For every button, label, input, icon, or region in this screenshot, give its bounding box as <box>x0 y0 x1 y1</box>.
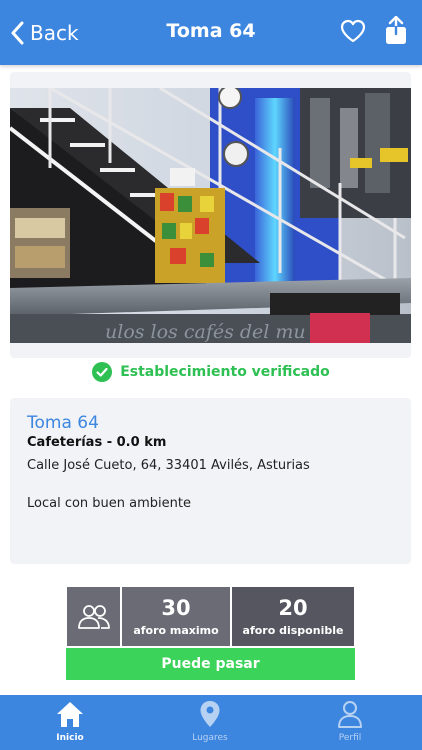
heart-outline-icon <box>340 19 366 43</box>
home-icon <box>57 702 83 727</box>
place-name: Toma 64 <box>27 413 99 433</box>
favorite-button[interactable] <box>340 19 366 47</box>
max-capacity: 30 aforo maximo <box>122 587 230 646</box>
place-photo: ulos los cafés del mu <box>10 88 411 343</box>
capacity-icon-box <box>67 587 120 646</box>
tab-perfil-label: Perfil <box>338 733 362 743</box>
available-capacity-label: aforo disponible <box>242 624 344 637</box>
tab-inicio-label: Inicio <box>56 733 84 743</box>
people-icon <box>77 604 110 629</box>
category-distance: Cafeterías - 0.0 km <box>27 435 167 450</box>
available-capacity-value: 20 <box>278 596 308 620</box>
address: Calle José Cueto, 64, 33401 Avilés, Astu… <box>27 458 310 473</box>
verified-label: Establecimiento verificado <box>120 364 330 380</box>
cafe-interior-image: ulos los cafés del mu <box>10 88 411 343</box>
photo-card: ulos los cafés del mu <box>10 72 411 358</box>
tab-lugares[interactable]: Lugares <box>150 695 270 750</box>
can-enter-button[interactable]: Puede pasar <box>66 648 355 680</box>
available-capacity: 20 aforo disponible <box>232 587 354 646</box>
location-pin-icon <box>200 701 220 727</box>
verified-status: Establecimiento verificado <box>0 360 422 384</box>
max-capacity-label: aforo maximo <box>133 624 219 637</box>
tab-inicio[interactable]: Inicio <box>10 695 130 750</box>
tab-perfil[interactable]: Perfil <box>290 695 410 750</box>
bottom-tab-bar: Inicio Lugares Perfil <box>0 695 422 750</box>
tab-lugares-label: Lugares <box>192 733 228 743</box>
top-bar: Back Toma 64 <box>0 0 422 65</box>
wall-lettering: ulos los cafés del mu <box>105 321 306 343</box>
max-capacity-value: 30 <box>161 596 191 620</box>
share-icon <box>386 15 406 44</box>
share-button[interactable] <box>384 15 408 50</box>
check-circle-icon <box>92 362 113 382</box>
place-info-card: Toma 64 Cafeterías - 0.0 km Calle José C… <box>10 398 411 564</box>
description: Local con buen ambiente <box>27 496 191 511</box>
user-icon <box>338 701 362 728</box>
